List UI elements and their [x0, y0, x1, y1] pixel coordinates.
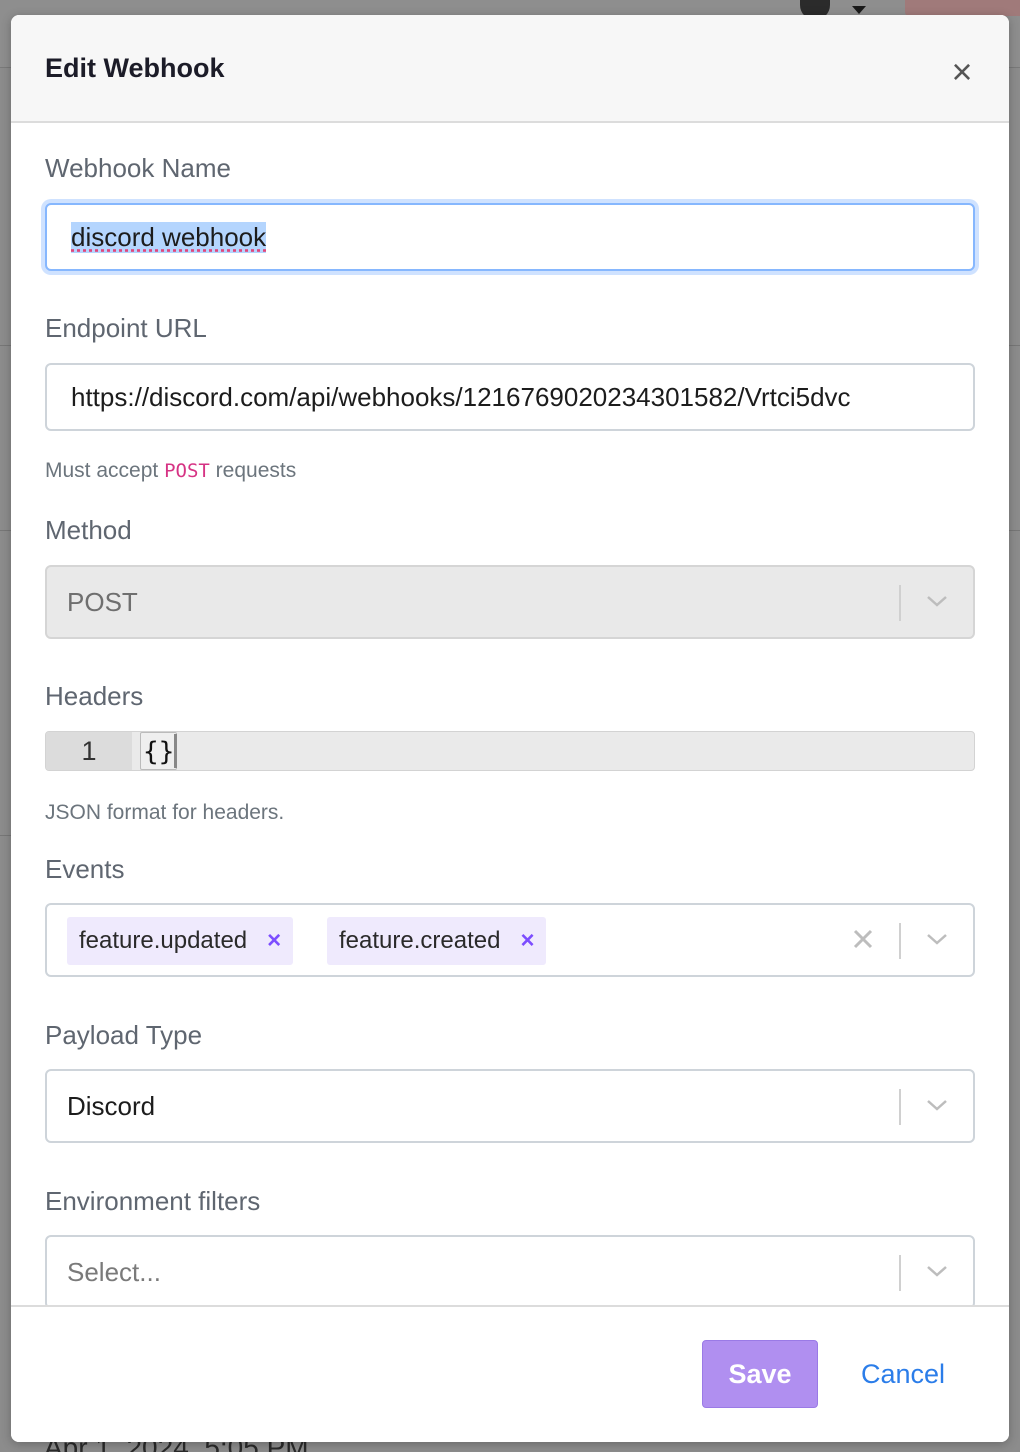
- endpoint-url-label: Endpoint URL: [45, 313, 207, 343]
- cancel-button[interactable]: Cancel: [861, 1340, 945, 1408]
- modal-header: Edit Webhook ×: [11, 15, 1009, 123]
- remove-chip-icon[interactable]: ×: [520, 927, 534, 955]
- background-divider: [1008, 345, 1020, 346]
- method-select: POST: [45, 565, 975, 639]
- endpoint-url-value: https://discord.com/api/webhooks/1216769…: [71, 381, 851, 412]
- modal-footer: Save Cancel: [11, 1305, 1009, 1442]
- events-multiselect[interactable]: feature.updated × feature.created ×: [45, 903, 975, 977]
- close-icon: ×: [951, 51, 973, 92]
- help-text: requests: [215, 459, 297, 482]
- save-button[interactable]: Save: [702, 1340, 818, 1408]
- modal-title: Edit Webhook: [45, 53, 225, 83]
- chevron-down-icon[interactable]: [925, 1259, 949, 1283]
- environment-filters-placeholder: Select...: [67, 1257, 161, 1287]
- chevron-down-icon[interactable]: [925, 1093, 949, 1117]
- select-separator: [899, 585, 901, 621]
- endpoint-url-input[interactable]: https://discord.com/api/webhooks/1216769…: [45, 363, 975, 431]
- chevron-down-icon[interactable]: [925, 927, 949, 951]
- edit-webhook-modal: Edit Webhook × Webhook Name discord webh…: [11, 15, 1009, 1442]
- select-separator: [899, 923, 901, 959]
- environment-filters-label: Environment filters: [45, 1186, 261, 1216]
- text-cursor: [174, 734, 177, 768]
- help-text: Must accept: [45, 459, 159, 482]
- payload-type-value: Discord: [67, 1091, 156, 1121]
- background-divider: [1008, 530, 1020, 531]
- remove-chip-icon[interactable]: ×: [267, 927, 281, 955]
- headers-label: Headers: [45, 681, 144, 711]
- method-label: Method: [45, 515, 132, 545]
- clear-all-icon[interactable]: [851, 927, 875, 951]
- webhook-name-label: Webhook Name: [45, 153, 231, 183]
- modal-body[interactable]: Webhook Name discord webhook Endpoint UR…: [11, 125, 1009, 1305]
- help-code: POST: [164, 460, 210, 482]
- environment-filters-select[interactable]: Select...: [45, 1235, 975, 1305]
- line-number: 1: [46, 732, 132, 770]
- webhook-name-input[interactable]: discord webhook: [45, 203, 975, 271]
- method-value: POST: [67, 587, 138, 617]
- select-separator: [899, 1255, 901, 1291]
- event-chip: feature.created ×: [327, 917, 547, 965]
- caret-down-icon: [852, 6, 866, 14]
- license-badge: [905, 0, 1020, 16]
- event-chip-label: feature.updated: [79, 927, 248, 954]
- headers-code-line[interactable]: {}: [140, 732, 178, 770]
- event-chip: feature.updated ×: [67, 917, 294, 965]
- payload-type-select[interactable]: Discord: [45, 1069, 975, 1143]
- headers-help: JSON format for headers.: [45, 801, 285, 824]
- webhook-name-value: discord webhook: [71, 221, 267, 253]
- close-button[interactable]: ×: [945, 54, 979, 90]
- event-chip-label: feature.created: [339, 927, 501, 954]
- events-label: Events: [45, 854, 125, 884]
- headers-code-editor[interactable]: 1 {}: [45, 731, 975, 771]
- chevron-down-icon: [927, 596, 947, 607]
- select-separator: [899, 1089, 901, 1125]
- payload-type-label: Payload Type: [45, 1020, 203, 1050]
- endpoint-url-help: Must accept POST requests: [45, 459, 296, 483]
